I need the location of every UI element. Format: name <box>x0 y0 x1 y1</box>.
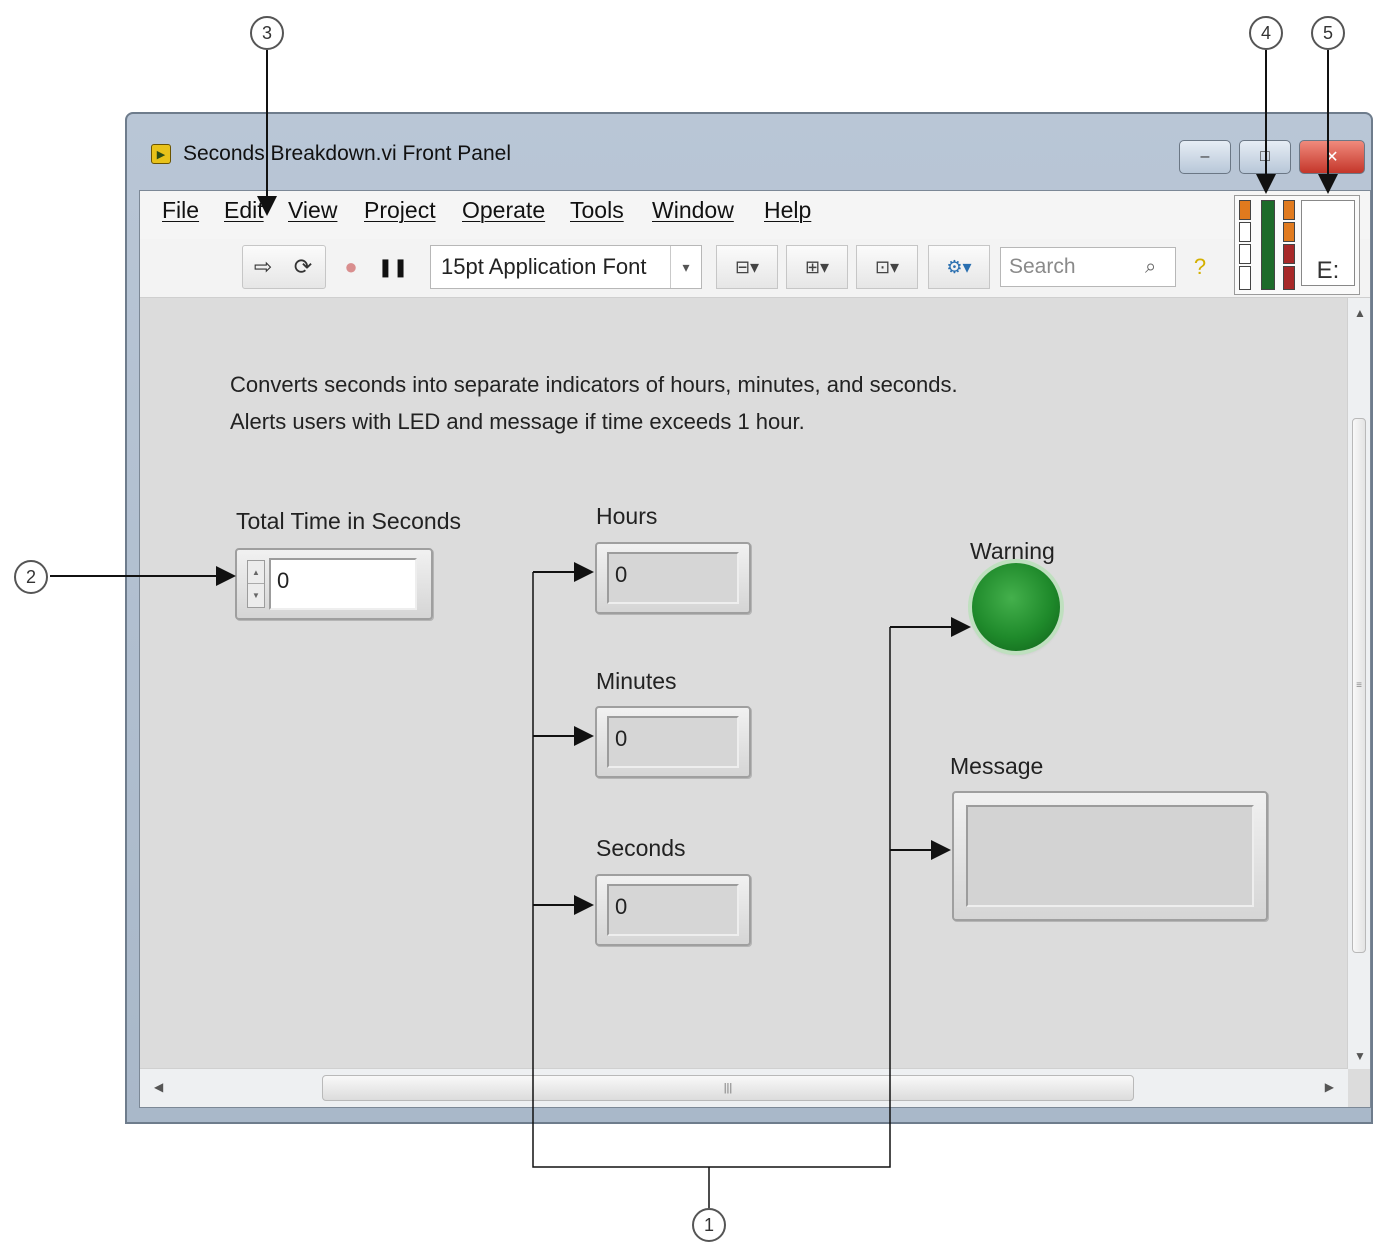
search-input[interactable]: Search ⌕ <box>1000 247 1176 287</box>
run-continuously-icon[interactable]: ⟳ <box>286 249 320 285</box>
hours-label: Hours <box>596 503 658 529</box>
context-help-icon[interactable]: ? <box>1186 249 1214 285</box>
hours-field: 0 <box>607 552 739 604</box>
pause-icon[interactable]: ❚❚ <box>376 249 410 285</box>
window-client-area: File Edit View Project Operate Tools Win… <box>139 190 1371 1108</box>
seconds-label: Seconds <box>596 835 686 861</box>
front-panel: Converts seconds into separate indicator… <box>140 298 1370 1107</box>
scroll-down-icon[interactable]: ▼ <box>1354 1049 1366 1063</box>
decrement-arrow-icon[interactable]: ▼ <box>248 584 264 607</box>
text-settings-dropdown[interactable]: 15pt Application Font ▾ <box>430 245 702 289</box>
restore-button[interactable]: □ <box>1239 140 1291 174</box>
menu-help[interactable]: Help <box>760 195 815 226</box>
align-objects-dropdown[interactable]: ⊟▾ <box>716 245 778 289</box>
vi-icon[interactable]: E: <box>1301 200 1355 286</box>
increment-decrement-buttons[interactable]: ▲ ▼ <box>247 560 265 608</box>
message-field <box>966 805 1254 907</box>
distribute-objects-dropdown[interactable]: ⊞▾ <box>786 245 848 289</box>
window-title: Seconds Breakdown.vi Front Panel <box>183 142 512 165</box>
warning-label: Warning <box>970 538 1055 564</box>
labview-vi-icon: ▶ <box>151 144 171 164</box>
menu-view[interactable]: View <box>284 195 341 226</box>
scroll-left-icon[interactable]: ◀ <box>154 1080 163 1094</box>
vi-front-panel-window: ▶ Seconds Breakdown.vi Front Panel – □ ✕… <box>125 112 1373 1124</box>
search-icon[interactable]: ⌕ <box>1145 256 1175 279</box>
menu-bar: File Edit View Project Operate Tools Win… <box>140 191 1370 239</box>
total-time-field[interactable]: 0 <box>269 558 417 610</box>
callout-5: 5 <box>1311 16 1345 50</box>
vertical-scrollbar[interactable]: ▲ ≡ ▼ <box>1347 298 1370 1069</box>
seconds-indicator: 0 <box>595 874 751 946</box>
vertical-scroll-thumb[interactable]: ≡ <box>1352 418 1366 953</box>
minutes-field: 0 <box>607 716 739 768</box>
description-line-2: Alerts users with LED and message if tim… <box>230 409 805 434</box>
minutes-indicator: 0 <box>595 706 751 778</box>
total-time-control: ▲ ▼ 0 <box>235 548 433 620</box>
menu-operate[interactable]: Operate <box>458 195 549 226</box>
scroll-right-icon[interactable]: ▶ <box>1325 1080 1334 1094</box>
callout-1: 1 <box>692 1208 726 1242</box>
title-bar[interactable]: ▶ Seconds Breakdown.vi Front Panel – □ ✕ <box>127 114 1371 192</box>
scroll-up-icon[interactable]: ▲ <box>1354 306 1366 320</box>
hours-indicator: 0 <box>595 542 751 614</box>
panel-description: Converts seconds into separate indicator… <box>230 366 958 440</box>
abort-execution-icon[interactable]: ● <box>334 249 368 285</box>
description-line-1: Converts seconds into separate indicator… <box>230 372 958 397</box>
callout-4: 4 <box>1249 16 1283 50</box>
resize-objects-dropdown[interactable]: ⊡▾ <box>856 245 918 289</box>
menu-edit[interactable]: Edit <box>220 195 268 226</box>
message-label: Message <box>950 753 1044 779</box>
horizontal-scroll-thumb[interactable]: ||| <box>322 1075 1134 1101</box>
font-setting-value: 15pt Application Font <box>441 254 647 279</box>
minimize-button[interactable]: – <box>1179 140 1231 174</box>
message-indicator <box>952 791 1268 921</box>
warning-led[interactable] <box>972 563 1060 651</box>
callout-3: 3 <box>250 16 284 50</box>
menu-file[interactable]: File <box>158 195 203 226</box>
seconds-field: 0 <box>607 884 739 936</box>
horizontal-scrollbar[interactable]: ◀ ||| ▶ <box>140 1068 1348 1107</box>
total-time-label: Total Time in Seconds <box>236 508 462 534</box>
toolbar: ⇨ ⟳ ● ❚❚ 15pt Application Font ▾ ⊟▾ ⊞▾ ⊡… <box>140 195 1370 298</box>
icon-and-connector-pane: E: <box>1234 195 1360 295</box>
reorder-dropdown[interactable]: ⚙▾ <box>928 245 990 289</box>
callout-2: 2 <box>14 560 48 594</box>
close-button[interactable]: ✕ <box>1299 140 1365 174</box>
menu-tools[interactable]: Tools <box>566 195 628 226</box>
search-placeholder: Search <box>1009 255 1076 278</box>
chevron-down-icon: ▾ <box>670 246 701 288</box>
minutes-label: Minutes <box>596 668 677 694</box>
increment-arrow-icon[interactable]: ▲ <box>248 561 264 584</box>
menu-window[interactable]: Window <box>648 195 738 226</box>
menu-project[interactable]: Project <box>360 195 440 226</box>
run-arrow-icon[interactable]: ⇨ <box>246 249 280 285</box>
connector-pane-icon[interactable] <box>1235 196 1301 294</box>
